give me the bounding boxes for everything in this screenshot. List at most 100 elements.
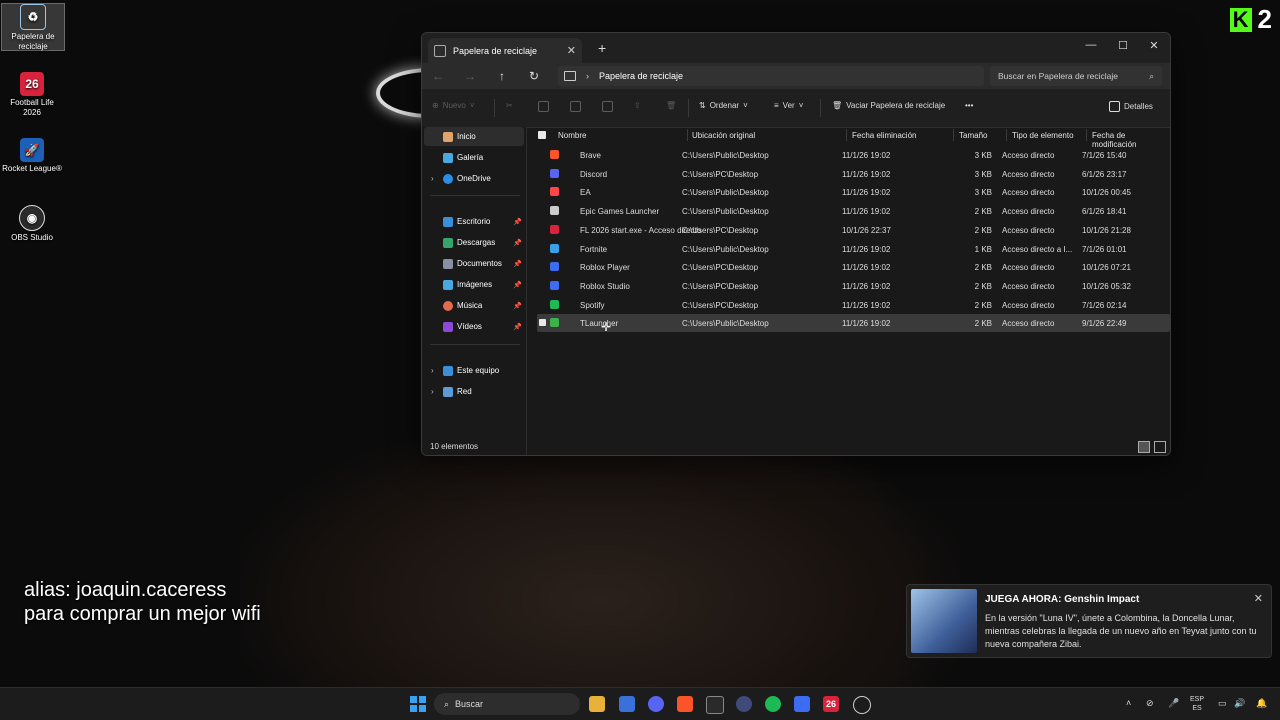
view-button[interactable]: ≡ Ver ˅ [774,101,803,110]
column-divider[interactable] [1006,129,1007,141]
table-row[interactable]: Spotify C:\Users\PC\Desktop 11/1/26 19:02 2… [537,296,1170,314]
desktop-icon-recycle-bin[interactable]: ♻ Papelera de reciclaje [1,3,65,51]
shortcut-file-icon [550,206,559,216]
nav-item-pictures[interactable]: Imágenes 📌 [424,275,524,294]
more-options-button[interactable]: ••• [965,101,973,110]
column-header-size[interactable]: Tamaño [959,131,987,140]
tiles-view-icon[interactable] [1154,441,1166,453]
cell-name: EA [580,188,591,198]
nav-item-label: OneDrive [457,174,491,183]
maximize-button[interactable]: ☐ [1108,39,1138,52]
cell-modified: 9/1/26 22:49 [1082,319,1127,329]
empty-recycle-bin-button[interactable]: 🗑 Vaciar Papelera de reciclaje [832,101,945,110]
nav-divider [430,344,520,345]
up-button[interactable]: ↑ [486,69,518,83]
column-divider[interactable] [953,129,954,141]
table-row[interactable]: FL 2026 start.exe - Acceso directo C:\Use… [537,221,1170,239]
delete-button[interactable]: 🗑 [666,101,676,110]
cell-type: Acceso directo [1002,151,1055,160]
table-row[interactable]: EA C:\Users\Public\Desktop 11/1/26 19:02 3 … [537,183,1170,201]
breadcrumb-segment[interactable]: Papelera de reciclaje [599,71,683,81]
details-pane-button[interactable]: Detalles [1109,101,1153,112]
column-header-origin[interactable]: Ubicación original [692,131,755,140]
breadcrumb[interactable]: › Papelera de reciclaje [558,66,984,86]
brave-taskbar-icon[interactable] [677,696,693,712]
start-button[interactable] [410,696,426,712]
row-checkbox[interactable] [539,319,546,327]
display-icon[interactable]: ▭ [1218,698,1227,709]
nav-item-network[interactable]: › Red [424,382,524,401]
nav-item-desktop[interactable]: Escritorio 📌 [424,212,524,231]
share-button[interactable]: ⇪ [634,101,641,110]
column-header-name[interactable]: Nombre [558,131,586,140]
table-row[interactable]: Roblox Player C:\Users\PC\Desktop 11/1/26 … [537,258,1170,276]
chevron-up-icon[interactable]: ˄ [1126,698,1131,708]
volume-icon[interactable]: 🔊 [1234,698,1245,709]
taskbar-search[interactable]: ⌕ Buscar [434,693,580,715]
football-life-taskbar-icon[interactable]: 26 [823,696,839,712]
column-header-deleted[interactable]: Fecha eliminación [852,131,916,140]
back-button[interactable]: ← [422,69,454,83]
chevron-right-icon[interactable]: › [431,174,434,183]
sort-button[interactable]: ⇅ Ordenar ˅ [699,101,748,110]
column-divider[interactable] [687,129,688,141]
nav-item-home[interactable]: Inicio [424,127,524,146]
epic-games-taskbar-icon[interactable] [706,696,724,714]
column-header-type[interactable]: Tipo de elemento [1012,131,1074,140]
nav-item-documents[interactable]: Documentos 📌 [424,254,524,273]
nav-item-this-pc[interactable]: › Este equipo [424,361,524,380]
roblox-taskbar-icon[interactable] [794,696,810,712]
table-row[interactable]: Roblox Studio C:\Users\PC\Desktop 11/1/26 … [537,277,1170,295]
chevron-right-icon[interactable]: › [431,366,434,375]
more-icon: ••• [965,101,974,110]
table-row[interactable]: Brave C:\Users\Public\Desktop 11/1/26 19:0… [537,146,1170,164]
nav-item-gallery[interactable]: Galería [424,148,524,167]
cell-deleted: 11/1/26 19:02 [842,263,891,273]
column-divider[interactable] [1086,129,1087,141]
table-row[interactable]: Epic Games Launcher C:\Users\Public\Deskt… [537,202,1170,220]
nav-item-onedrive[interactable]: › OneDrive [424,169,524,188]
paste-button[interactable] [570,101,581,112]
discord-taskbar-icon[interactable] [648,696,664,712]
microphone-icon[interactable]: 🎤 [1168,698,1179,709]
tab-recycle-bin[interactable]: Papelera de reciclaje ✕ [428,38,582,63]
refresh-button[interactable]: ↻ [518,69,550,83]
settings-taskbar-icon[interactable] [736,696,752,712]
notification-toast[interactable]: JUEGA AHORA: Genshin Impact En la versió… [906,584,1272,658]
minimize-button[interactable]: — [1076,39,1106,51]
store-taskbar-icon[interactable] [619,696,635,712]
notification-bell-icon[interactable]: 🔔 [1256,698,1267,709]
pin-icon: 📌 [513,323,522,331]
table-row[interactable]: Fortnite C:\Users\Public\Desktop 11/1/26 1… [537,240,1170,258]
nav-item-videos[interactable]: Vídeos 📌 [424,317,524,336]
forward-button[interactable]: → [454,69,486,83]
file-explorer-taskbar-icon[interactable] [589,696,605,712]
rename-button[interactable] [602,101,613,112]
recycle-bin-icon: ♻ [20,4,46,30]
table-row[interactable]: Discord C:\Users\PC\Desktop 11/1/26 19:02 3… [537,165,1170,183]
nav-item-music[interactable]: Música 📌 [424,296,524,315]
desktop-icon-rocket-league[interactable]: 🚀 Rocket League® [1,138,63,174]
desktop-icon-obs[interactable]: ◉ OBS Studio [1,205,63,243]
nav-item-downloads[interactable]: Descargas 📌 [424,233,524,252]
notification-close-icon[interactable]: ✕ [1254,592,1263,605]
new-tab-button[interactable]: + [598,40,606,56]
chevron-right-icon[interactable]: › [431,387,434,396]
copy-button[interactable] [538,101,549,112]
cut-button[interactable]: ✂ [506,101,513,110]
spotify-taskbar-icon[interactable] [765,696,781,712]
close-button[interactable]: ✕ [1139,39,1169,52]
new-button[interactable]: ⊕ Nuevo ˅ [432,101,475,110]
network-status-icon[interactable]: ⊘ [1146,698,1154,709]
cell-origin: C:\Users\PC\Desktop [682,169,759,179]
language-indicator[interactable]: ESP ES [1190,695,1204,713]
obs-taskbar-icon[interactable] [853,696,871,714]
tab-close-icon[interactable]: ✕ [567,44,576,57]
select-all-checkbox[interactable] [538,131,546,139]
column-divider[interactable] [846,129,847,141]
cell-type: Acceso directo [1002,225,1055,235]
search-input[interactable]: Buscar en Papelera de reciclaje ⌕ [990,66,1162,86]
table-row[interactable]: TLauncher C:\Users\Public\Desktop 11/1/26 … [537,314,1170,333]
details-view-icon[interactable] [1138,441,1150,453]
desktop-icon-football-life[interactable]: 26 Football Life 2026 [1,72,63,118]
